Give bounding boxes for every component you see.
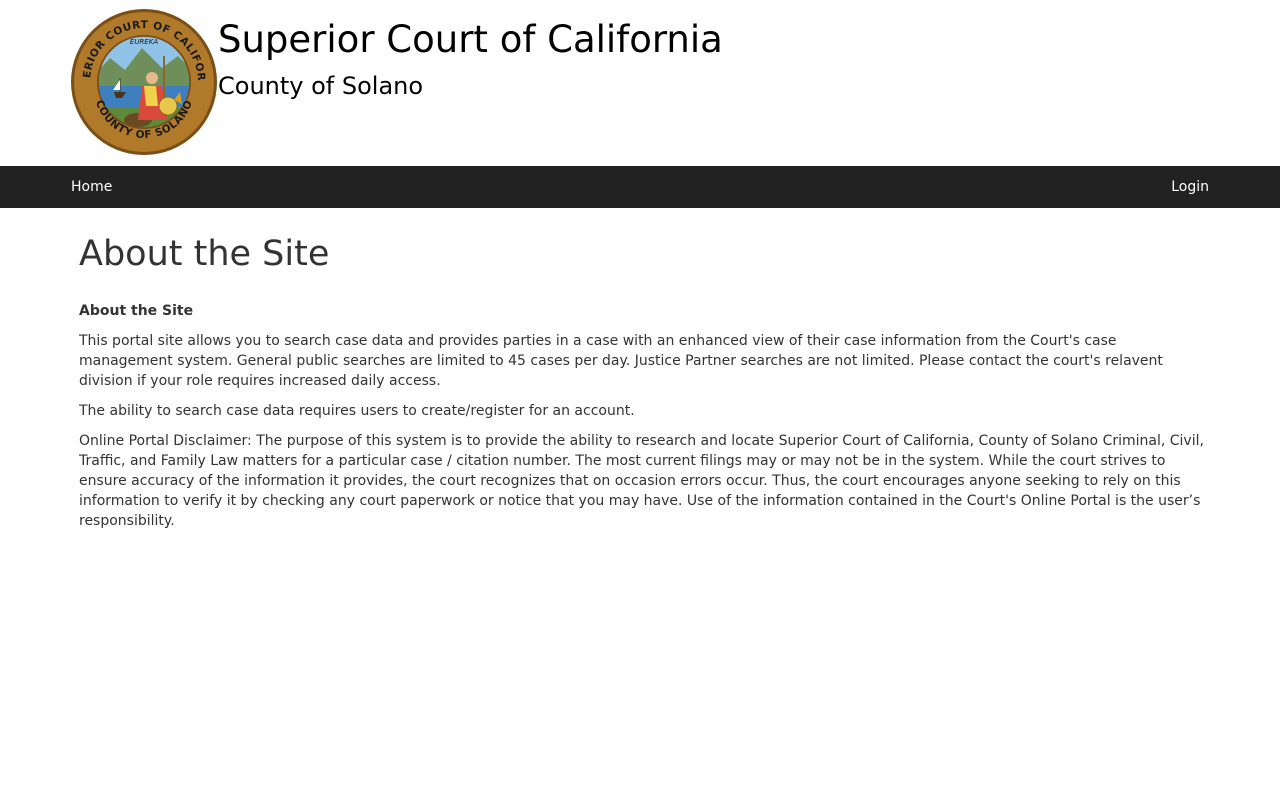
- registration-paragraph: The ability to search case data requires…: [79, 403, 635, 419]
- seal-motto: EUREKA: [130, 38, 158, 46]
- top-navbar: Home Login: [0, 166, 1280, 208]
- page-title: About the Site: [79, 234, 330, 274]
- court-seal-logo: SUPERIOR COURT OF CALIFORNIA COUNTY OF S…: [70, 8, 217, 155]
- nav-login-link[interactable]: Login: [1171, 166, 1209, 208]
- section-heading: About the Site: [79, 303, 194, 319]
- disclaimer-paragraph: Online Portal Disclaimer: The purpose of…: [79, 433, 1204, 529]
- nav-home-link[interactable]: Home: [71, 166, 112, 208]
- intro-paragraph: This portal site allows you to search ca…: [79, 333, 1163, 389]
- site-header: SUPERIOR COURT OF CALIFORNIA COUNTY OF S…: [0, 0, 1280, 166]
- site-subtitle: County of Solano: [218, 72, 424, 100]
- main-content: About the Site About the Site This porta…: [79, 208, 1204, 531]
- site-title: Superior Court of California: [218, 18, 723, 61]
